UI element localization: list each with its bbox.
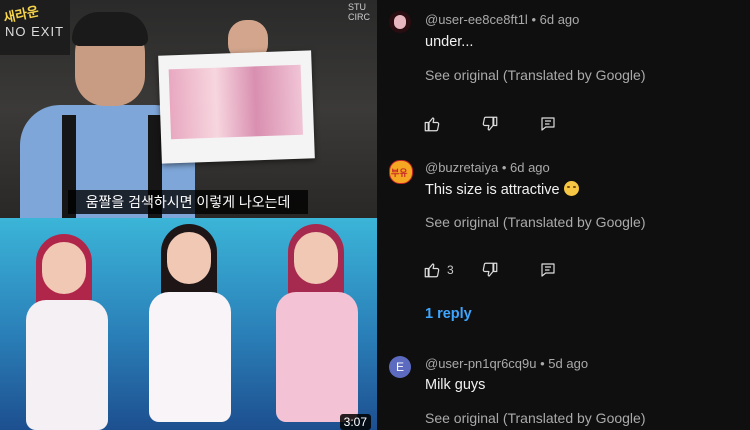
like-button[interactable] (423, 114, 441, 134)
thumbs-down-icon (482, 262, 498, 277)
avatar-letter: E (395, 360, 404, 374)
comment: E @user-pn1qr6cq9u • 5d ago Milk guys Se… (377, 345, 750, 430)
reply-button[interactable] (539, 260, 557, 280)
avatar[interactable]: E (389, 356, 411, 378)
video-thumbnail-panel[interactable]: 새라운 NO EXIT STU CIRC 움짤을 검색하시면 이렇게 나오는데 (0, 0, 377, 430)
comment: @user-ee8ce8ft1l • 6d ago under... See o… (377, 0, 750, 150)
comment-text-content: This size is attractive (425, 182, 560, 198)
video-frame-top: 새라운 NO EXIT STU CIRC 움짤을 검색하시면 이렇게 나오는데 (0, 0, 377, 218)
video-subtitle: 움짤을 검색하시면 이렇게 나오는데 (68, 190, 308, 214)
comment-age[interactable]: 6d ago (510, 160, 550, 175)
held-photo (158, 50, 315, 164)
comments-panel: @user-ee8ce8ft1l • 6d ago under... See o… (377, 0, 750, 430)
avatar[interactable] (389, 11, 411, 33)
comment-text: Milk guys (425, 377, 486, 393)
comment-text: under... (425, 34, 474, 50)
dislike-button[interactable] (481, 114, 499, 134)
comment-age[interactable]: 5d ago (548, 356, 588, 371)
like-count: 3 (447, 263, 454, 277)
comment-author[interactable]: @user-pn1qr6cq9u (425, 356, 536, 371)
comment-icon (541, 263, 555, 277)
see-original-link[interactable]: See original (Translated by Google) (425, 67, 646, 83)
studio-sign: STU CIRC (348, 2, 370, 22)
thumbs-up-icon (424, 117, 440, 132)
comment-header: @user-ee8ce8ft1l • 6d ago (425, 12, 579, 27)
comment-icon (541, 117, 555, 131)
comment-age[interactable]: 6d ago (540, 12, 580, 27)
comment-header: @user-pn1qr6cq9u • 5d ago (425, 356, 588, 371)
comment: 부유 @buzretaiya • 6d ago This size is att… (377, 150, 750, 345)
comment-header: @buzretaiya • 6d ago (425, 160, 550, 175)
avatar[interactable]: 부유 (389, 160, 413, 184)
avatar-text: 부유 (391, 168, 408, 178)
dancer (10, 230, 120, 430)
separator-dot: • (540, 356, 545, 371)
comment-author[interactable]: @buzretaiya (425, 160, 498, 175)
see-original-link[interactable]: See original (Translated by Google) (425, 214, 646, 230)
separator-dot: • (501, 160, 507, 175)
view-replies-link[interactable]: 1 reply (425, 306, 472, 322)
thumbs-down-icon (482, 116, 498, 131)
comment-author[interactable]: @user-ee8ce8ft1l (425, 12, 528, 27)
see-original-link[interactable]: See original (Translated by Google) (425, 410, 646, 426)
smiling-face-icon (563, 181, 579, 196)
dancer (262, 224, 372, 430)
video-frame-bottom: 3:07 (0, 218, 377, 430)
reply-button[interactable] (539, 114, 557, 134)
dancer (135, 224, 245, 430)
like-button[interactable]: 3 (423, 260, 454, 280)
video-duration: 3:07 (339, 414, 371, 430)
comment-text: This size is attractive (425, 181, 579, 198)
separator-dot: • (531, 12, 536, 27)
dislike-button[interactable] (481, 260, 499, 280)
thumbs-up-icon (424, 263, 440, 278)
